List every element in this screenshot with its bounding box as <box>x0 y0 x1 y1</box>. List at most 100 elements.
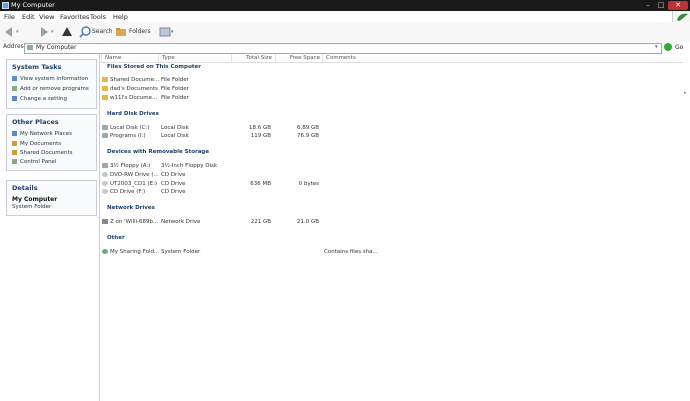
computer-icon <box>27 45 33 50</box>
menu-file[interactable]: File <box>4 12 15 22</box>
item-comments: Contains files sha... <box>324 249 378 255</box>
item-total-size: 221 GB <box>250 219 271 225</box>
column-total-size[interactable]: Total Size <box>231 54 275 62</box>
column-type[interactable]: Type <box>158 54 232 62</box>
add-remove-programs-link[interactable]: Add or remove programs <box>12 86 89 92</box>
menu-help[interactable]: Help <box>113 12 128 22</box>
details-title[interactable]: Details <box>12 184 38 192</box>
details-panel: Details My Computer System Folder <box>6 180 97 216</box>
hard-disk-icon <box>102 125 108 130</box>
scroll-arrow-icon[interactable]: ▸ <box>684 90 687 96</box>
my-network-places-link[interactable]: My Network Places <box>12 131 72 137</box>
control-panel-icon <box>12 159 17 164</box>
control-panel-link[interactable]: Control Panel <box>12 159 56 165</box>
folder-icon <box>102 77 108 82</box>
column-name[interactable]: Name <box>101 54 159 62</box>
folder-icon <box>102 86 108 91</box>
system-tasks-title[interactable]: System Tasks <box>12 63 61 71</box>
list-item[interactable]: DVD-RW Drive (... <box>102 172 159 178</box>
folder-icon <box>102 95 108 100</box>
programs-icon <box>12 86 17 91</box>
list-item[interactable]: Z on 'Willi-689b... <box>102 219 158 225</box>
view-system-information-link[interactable]: View system information <box>12 76 88 82</box>
close-button[interactable]: ✕ <box>668 1 688 10</box>
column-comments[interactable]: Comments <box>322 54 386 62</box>
change-setting-link[interactable]: Change a setting <box>12 96 67 102</box>
list-item[interactable]: Programs (I:) <box>102 133 146 139</box>
views-dropdown-icon[interactable]: ▾ <box>171 29 174 35</box>
item-type: Local Disk <box>161 125 189 131</box>
minimize-button[interactable]: – <box>642 1 654 10</box>
shared-documents-link[interactable]: Shared Documents <box>12 150 72 156</box>
menu-edit[interactable]: Edit <box>22 12 35 22</box>
list-item[interactable]: UT2003_CD1 (E:) <box>102 181 157 187</box>
item-type: File Folder <box>161 95 189 101</box>
item-free-space: 0 bytes <box>298 181 319 187</box>
back-dropdown-icon[interactable]: ▾ <box>16 29 19 35</box>
forward-dropdown-icon[interactable]: ▾ <box>51 29 54 35</box>
group-header: Hard Disk Drives <box>107 111 159 117</box>
menu-view[interactable]: View <box>39 12 54 22</box>
group-header: Files Stored on This Computer <box>107 64 201 70</box>
system-tasks-panel: System Tasks View system information Add… <box>6 59 97 109</box>
item-total-size: 119 GB <box>250 133 271 139</box>
maximize-button[interactable]: □ <box>655 1 667 10</box>
item-type: Network Drive <box>161 219 201 225</box>
forward-button[interactable] <box>38 25 50 39</box>
list-item[interactable]: Local Disk (C:) <box>102 125 150 131</box>
go-button[interactable]: Go <box>675 43 683 53</box>
item-type: CD Drive <box>161 172 186 178</box>
list-item[interactable]: 3½ Floppy (A:) <box>102 163 150 169</box>
list-item[interactable]: dad's Documents <box>102 86 158 92</box>
item-type: System Folder <box>161 249 201 255</box>
folder-icon <box>12 141 17 146</box>
my-computer-icon <box>2 2 9 9</box>
back-button[interactable] <box>3 25 15 39</box>
list-item[interactable]: Shared Docume... <box>102 77 159 83</box>
dvd-drive-icon <box>102 172 108 177</box>
address-dropdown-icon[interactable]: ▾ <box>655 44 658 50</box>
other-places-title[interactable]: Other Places <box>12 118 59 126</box>
network-drive-icon <box>102 219 108 224</box>
item-free-space: 76.9 GB <box>296 133 319 139</box>
list-item[interactable]: w11l's Docume... <box>102 95 157 101</box>
item-type: CD Drive <box>161 189 186 195</box>
column-free-space[interactable]: Free Space <box>275 54 323 62</box>
item-free-space: 21.0 GB <box>296 219 319 225</box>
go-arrow-icon[interactable] <box>664 43 672 51</box>
cd-drive-icon <box>102 189 108 194</box>
group-header: Other <box>107 235 125 241</box>
sharing-folder-icon <box>102 249 108 254</box>
other-places-panel: Other Places My Network Places My Docume… <box>6 114 97 171</box>
hard-disk-icon <box>102 133 108 138</box>
item-type: 3½-Inch Floppy Disk <box>161 163 218 169</box>
my-documents-link[interactable]: My Documents <box>12 141 61 147</box>
item-type: Local Disk <box>161 133 189 139</box>
folder-icon <box>12 150 17 155</box>
floppy-icon <box>102 163 108 168</box>
views-icon[interactable] <box>159 25 171 39</box>
network-icon <box>12 131 17 136</box>
up-folder-button[interactable] <box>60 25 74 39</box>
item-type: File Folder <box>161 86 189 92</box>
search-button[interactable]: Search <box>92 28 113 35</box>
group-header: Devices with Removable Storage <box>107 149 210 155</box>
item-type: File Folder <box>161 77 189 83</box>
item-total-size: 636 MB <box>250 181 271 187</box>
cd-disc-icon <box>102 181 108 186</box>
folders-button[interactable]: Folders <box>129 28 151 35</box>
list-item[interactable]: My Sharing Fold... <box>102 249 159 255</box>
menu-tools[interactable]: Tools <box>90 12 106 22</box>
group-header: Network Drives <box>107 205 155 211</box>
folders-icon[interactable] <box>115 25 127 39</box>
item-total-size: 18.6 GB <box>248 125 271 131</box>
search-icon[interactable] <box>79 25 91 39</box>
window-title: My Computer <box>11 1 55 9</box>
address-input[interactable] <box>24 43 662 54</box>
item-free-space: 6.89 GB <box>296 125 319 131</box>
info-icon <box>12 76 17 81</box>
menu-favorites[interactable]: Favorites <box>60 12 89 22</box>
vertical-scrollbar[interactable] <box>683 62 690 401</box>
settings-icon <box>12 96 17 101</box>
list-item[interactable]: CD Drive (F:) <box>102 189 145 195</box>
